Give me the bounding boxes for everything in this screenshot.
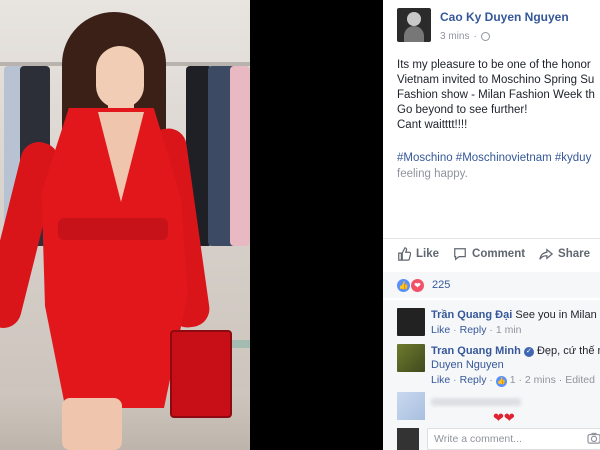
reactions-bar[interactable]: 👍 ❤ 225	[383, 272, 600, 298]
comment-like-count[interactable]: 1	[510, 374, 516, 386]
share-button[interactable]: Share	[539, 247, 590, 261]
woman-legs	[62, 398, 122, 450]
globe-icon	[480, 32, 490, 41]
post-hashtags[interactable]: #Moschino #Moschinovietnam #kyduy	[397, 152, 591, 164]
share-label: Share	[558, 247, 591, 260]
like-reaction-icon: 👍	[397, 278, 410, 292]
comment-like-link[interactable]: Like	[431, 324, 450, 336]
heart-icon: ❤❤	[493, 410, 515, 425]
comment-reply-link[interactable]: Reply	[460, 374, 487, 386]
commenter-avatar[interactable]	[397, 308, 425, 336]
post-line: Cant waitttt!!!!	[397, 119, 468, 131]
blurred-text	[431, 398, 521, 406]
like-label: Like	[416, 247, 440, 260]
comment-meta: Like · Reply · 1 min	[431, 324, 522, 336]
love-reaction-icon: ❤	[411, 278, 424, 292]
woman-face	[96, 46, 144, 108]
like-button[interactable]: Like	[397, 246, 440, 261]
hanging-garment	[230, 66, 250, 246]
post-body: Its my pleasure to be one of the honor V…	[397, 58, 600, 133]
author-avatar[interactable]	[397, 8, 431, 42]
comment-text: Tran Quang Minh ✓ Đẹp, cứ thế nhe	[431, 344, 600, 359]
commenter-name[interactable]: Trần Quang Đại	[431, 309, 512, 321]
comment-body: Đẹp, cứ thế nhe	[536, 345, 600, 357]
comment-composer: Write a comment...	[397, 428, 600, 450]
post-time[interactable]: 3 mins	[440, 31, 469, 42]
comment-time[interactable]: 1 min	[496, 324, 522, 336]
viewer-avatar	[397, 428, 419, 450]
comment-mention[interactable]: Duyen Nguyen	[431, 359, 504, 371]
comment-reply-link[interactable]: Reply	[460, 324, 487, 336]
post-line: Fashion show - Milan Fashion Week th	[397, 89, 595, 101]
commenter-avatar[interactable]	[397, 344, 425, 372]
verified-badge-icon: ✓	[523, 347, 534, 357]
comment-body: See you in Milan nha	[515, 309, 600, 321]
share-icon	[539, 247, 554, 260]
post-actions: Like Comment Share	[383, 238, 600, 268]
post-panel: Cao Ky Duyen Nguyen 3 mins · Its my plea…	[383, 0, 600, 450]
like-reaction-icon: 👍	[495, 375, 507, 387]
post-header: Cao Ky Duyen Nguyen 3 mins ·	[383, 0, 600, 50]
post-meta: 3 mins ·	[440, 31, 490, 42]
post-feeling: feeling happy.	[397, 168, 468, 180]
comment-like-link[interactable]: Like	[431, 374, 450, 386]
comment-input[interactable]: Write a comment...	[427, 428, 600, 450]
comment-edited[interactable]: Edited	[565, 374, 595, 386]
blurred-comment: ❤❤	[397, 392, 587, 425]
comments-section: Trần Quang Đại See you in Milan nha Like…	[383, 300, 600, 450]
camera-icon[interactable]	[587, 432, 600, 444]
post-line: Vietnam invited to Moschino Spring Su	[397, 74, 595, 86]
post-line: Go beyond to see further!	[397, 104, 528, 116]
reaction-count[interactable]: 225	[432, 279, 450, 291]
commenter-name[interactable]: Tran Quang Minh	[431, 345, 521, 357]
post-photo[interactable]	[0, 0, 250, 450]
comment-label: Comment	[472, 247, 526, 260]
blurred-avatar	[397, 392, 425, 420]
comment-button[interactable]: Comment	[453, 247, 525, 261]
post-line: Its my pleasure to be one of the honor	[397, 59, 591, 71]
thumbs-up-icon	[398, 246, 411, 261]
comment-text: Trần Quang Đại See you in Milan nha	[431, 308, 600, 323]
red-handbag	[170, 330, 232, 418]
comment-time[interactable]: 2 mins	[525, 374, 556, 386]
dress-belt	[58, 218, 168, 240]
comment-mention-line: Duyen Nguyen	[431, 358, 504, 373]
comment-icon	[454, 247, 466, 260]
author-name[interactable]: Cao Ky Duyen Nguyen	[440, 10, 569, 24]
comment-meta: Like · Reply · 👍 1 · 2 mins · Edited	[431, 374, 595, 387]
